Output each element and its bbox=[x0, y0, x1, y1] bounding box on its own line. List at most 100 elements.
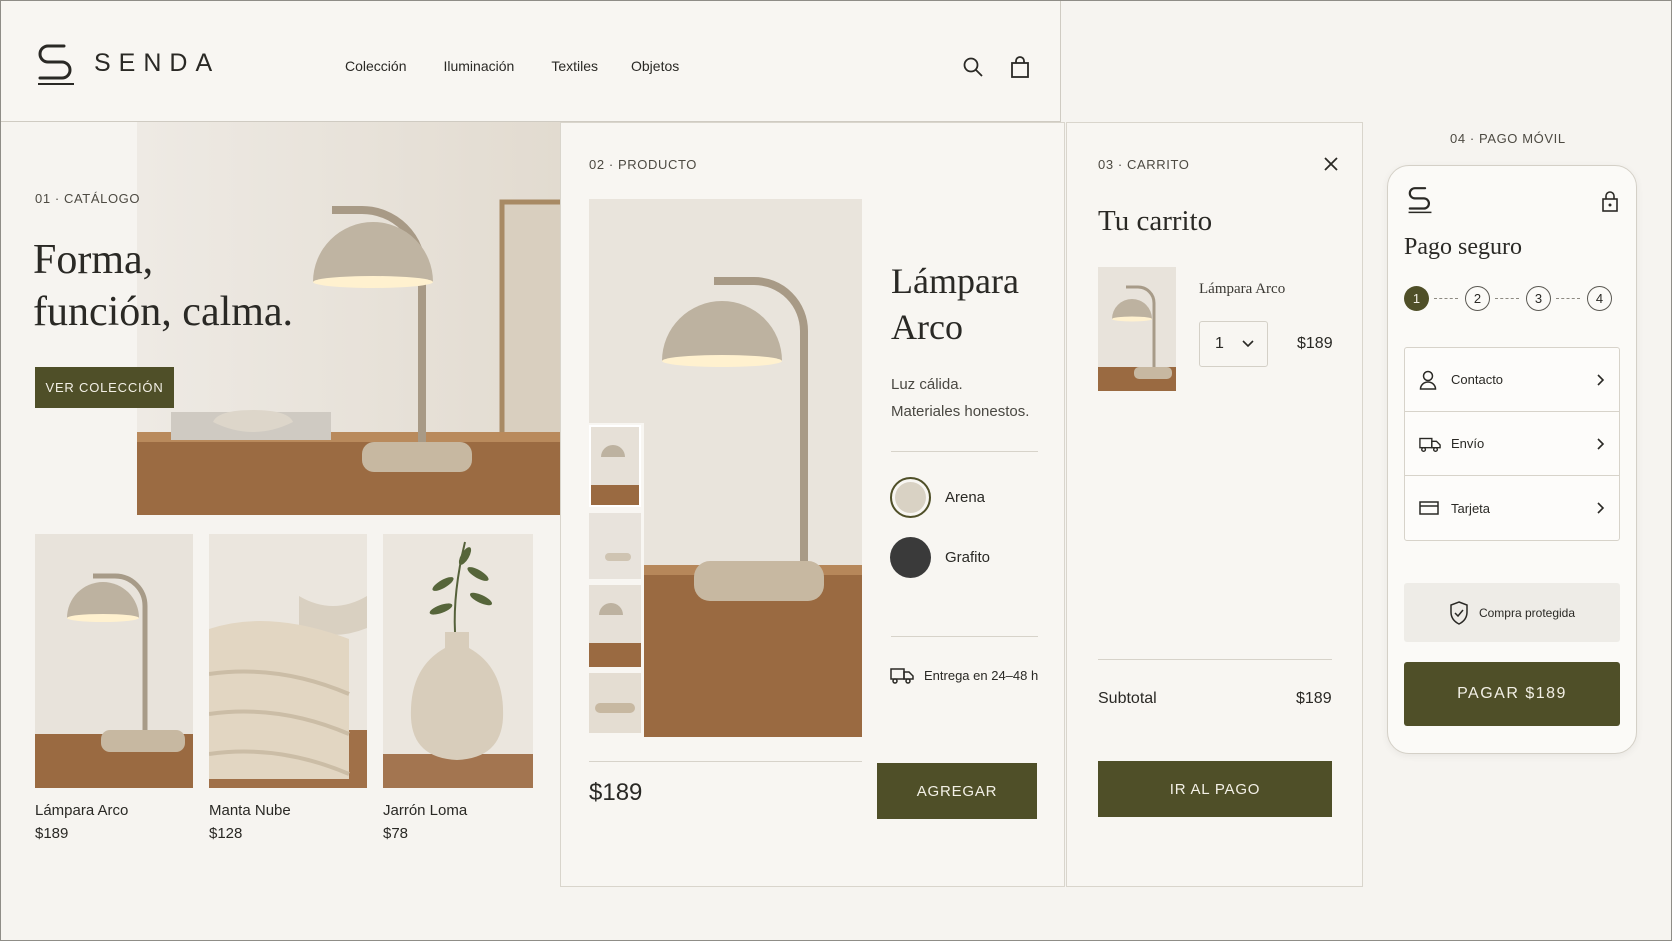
close-button[interactable] bbox=[1323, 156, 1339, 172]
product-image-vase bbox=[383, 534, 533, 788]
product-section-label: 02 · PRODUCTO bbox=[589, 157, 697, 172]
brand-name: SENDA bbox=[94, 48, 221, 77]
product-panel: 02 · PRODUCTO Lámpara Arco Luz cálida. M… bbox=[560, 122, 1065, 887]
lock-icon bbox=[1602, 191, 1618, 212]
step-number: 2 bbox=[1473, 291, 1482, 306]
product-image-lamp bbox=[35, 534, 193, 788]
cart-title: Tu carrito bbox=[1098, 205, 1213, 237]
chevron-down-icon bbox=[1242, 340, 1254, 348]
description-line-1: Luz cálida. bbox=[891, 376, 963, 393]
checkout-button[interactable]: IR AL PAGO bbox=[1098, 761, 1332, 817]
chevron-right-icon bbox=[1597, 437, 1605, 450]
product-title-line-1: Lámpara bbox=[891, 261, 1019, 301]
subtotal-label: Subtotal bbox=[1098, 690, 1157, 707]
truck-icon bbox=[890, 668, 914, 684]
cart-item-price: $189 bbox=[1297, 335, 1333, 352]
search-icon bbox=[963, 57, 983, 77]
row-contacto[interactable]: Contacto bbox=[1405, 348, 1619, 412]
product-card[interactable]: Jarrón Loma $78 bbox=[383, 534, 533, 842]
user-icon bbox=[1419, 370, 1437, 390]
thumbnail[interactable] bbox=[589, 513, 641, 579]
bag-button[interactable] bbox=[1010, 56, 1030, 78]
main-nav: Colección Iluminación Textiles Objetos bbox=[345, 58, 679, 74]
row-label: Tarjeta bbox=[1451, 500, 1491, 516]
delivery-text: Entrega en 24–48 h bbox=[924, 667, 1039, 683]
thumbnail[interactable] bbox=[589, 425, 641, 507]
truck-icon bbox=[1419, 437, 1441, 452]
protected-text: Compra protegida bbox=[1478, 605, 1576, 620]
quantity-value: 1 bbox=[1215, 335, 1224, 352]
site-header: SENDA Colección Iluminación Textiles Obj… bbox=[0, 0, 1061, 122]
color-option-arena[interactable]: Arena bbox=[890, 477, 985, 518]
nav-item-textiles[interactable]: Textiles bbox=[551, 58, 598, 74]
step-3[interactable]: 3 bbox=[1526, 286, 1551, 311]
mobile-section-label: 04 · PAGO MÓVIL bbox=[1450, 131, 1566, 146]
product-description: Luz cálida. Materiales honestos. bbox=[891, 371, 1029, 425]
search-button[interactable] bbox=[963, 57, 983, 77]
cart-panel: 03 · CARRITO Tu carrito Lámpara Arco 1 $… bbox=[1066, 122, 1363, 887]
mobile-title: Pago seguro bbox=[1404, 234, 1522, 260]
product-title: Lámpara Arco bbox=[891, 258, 1019, 350]
row-envio[interactable]: Envío bbox=[1405, 412, 1619, 476]
checkout-stepper: 1 2 3 4 bbox=[1404, 286, 1624, 312]
step-4[interactable]: 4 bbox=[1587, 286, 1612, 311]
color-label: Grafito bbox=[945, 549, 991, 566]
product-name: Lámpara Arco bbox=[35, 802, 129, 819]
protected-badge: Compra protegida bbox=[1404, 583, 1620, 642]
logo-icon bbox=[38, 44, 74, 85]
product-image-blanket bbox=[209, 534, 367, 788]
bag-icon bbox=[1011, 56, 1029, 78]
step-number: 1 bbox=[1412, 291, 1421, 306]
row-label: Contacto bbox=[1451, 372, 1504, 387]
quantity-select[interactable]: 1 bbox=[1199, 321, 1268, 367]
checkout-rows: Contacto Envío Tarjeta bbox=[1404, 347, 1620, 541]
chevron-right-icon bbox=[1597, 502, 1605, 514]
chevron-right-icon bbox=[1597, 373, 1605, 386]
step-number: 3 bbox=[1534, 291, 1543, 306]
step-connector bbox=[1556, 298, 1580, 299]
color-swatch-arena bbox=[890, 477, 931, 518]
thumbnail[interactable] bbox=[589, 673, 641, 733]
color-swatch-grafito bbox=[890, 537, 931, 578]
description-line-2: Materiales honestos. bbox=[891, 403, 1030, 420]
color-label: Arena bbox=[945, 489, 986, 506]
delivery-info: Entrega en 24–48 h bbox=[890, 666, 1038, 684]
nav-item-coleccion[interactable]: Colección bbox=[345, 58, 406, 74]
catalog-headline: Forma, función, calma. bbox=[33, 234, 293, 338]
nav-item-iluminacion[interactable]: Iluminación bbox=[443, 58, 514, 74]
logo-icon bbox=[1408, 187, 1432, 214]
divider bbox=[891, 636, 1038, 637]
color-option-grafito[interactable]: Grafito bbox=[890, 537, 990, 578]
card-icon bbox=[1419, 501, 1439, 515]
step-number: 4 bbox=[1595, 291, 1604, 306]
headline-line-1: Forma, bbox=[33, 237, 154, 283]
product-name: Manta Nube bbox=[209, 802, 291, 819]
row-label: Envío bbox=[1451, 436, 1485, 451]
cart-section-label: 03 · CARRITO bbox=[1098, 157, 1190, 172]
add-to-cart-button[interactable]: AGREGAR bbox=[877, 763, 1037, 819]
pay-button[interactable]: PAGAR $189 bbox=[1404, 662, 1620, 726]
step-1[interactable]: 1 bbox=[1404, 286, 1429, 311]
cart-item-image bbox=[1098, 267, 1176, 391]
product-card[interactable]: Manta Nube $128 bbox=[209, 534, 367, 842]
shield-check-icon bbox=[1450, 600, 1468, 625]
subtotal-value: $189 bbox=[1296, 690, 1332, 707]
product-main-image bbox=[644, 199, 862, 737]
product-price: $78 bbox=[383, 825, 409, 842]
catalog-section-label: 01 · CATÁLOGO bbox=[35, 191, 141, 206]
step-2[interactable]: 2 bbox=[1465, 286, 1490, 311]
nav-item-objetos[interactable]: Objetos bbox=[631, 58, 679, 74]
product-price: $128 bbox=[209, 825, 243, 842]
step-connector bbox=[1434, 298, 1458, 299]
close-icon bbox=[1324, 157, 1338, 171]
view-collection-button[interactable]: VER COLECCIÓN bbox=[35, 367, 174, 408]
catalog-section: 01 · CATÁLOGO Forma, función, calma. VER… bbox=[0, 122, 560, 941]
product-name: Jarrón Loma bbox=[383, 802, 468, 819]
divider bbox=[589, 761, 862, 762]
thumbnail[interactable] bbox=[589, 585, 641, 667]
brand-logo[interactable]: SENDA bbox=[34, 40, 220, 86]
thumbnail-strip bbox=[589, 425, 641, 733]
mobile-phone: Pago seguro 1 2 3 4 Contacto Envío Tarje… bbox=[1387, 165, 1637, 754]
product-card[interactable]: Lámpara Arco $189 bbox=[35, 534, 193, 842]
row-tarjeta[interactable]: Tarjeta bbox=[1405, 476, 1619, 540]
